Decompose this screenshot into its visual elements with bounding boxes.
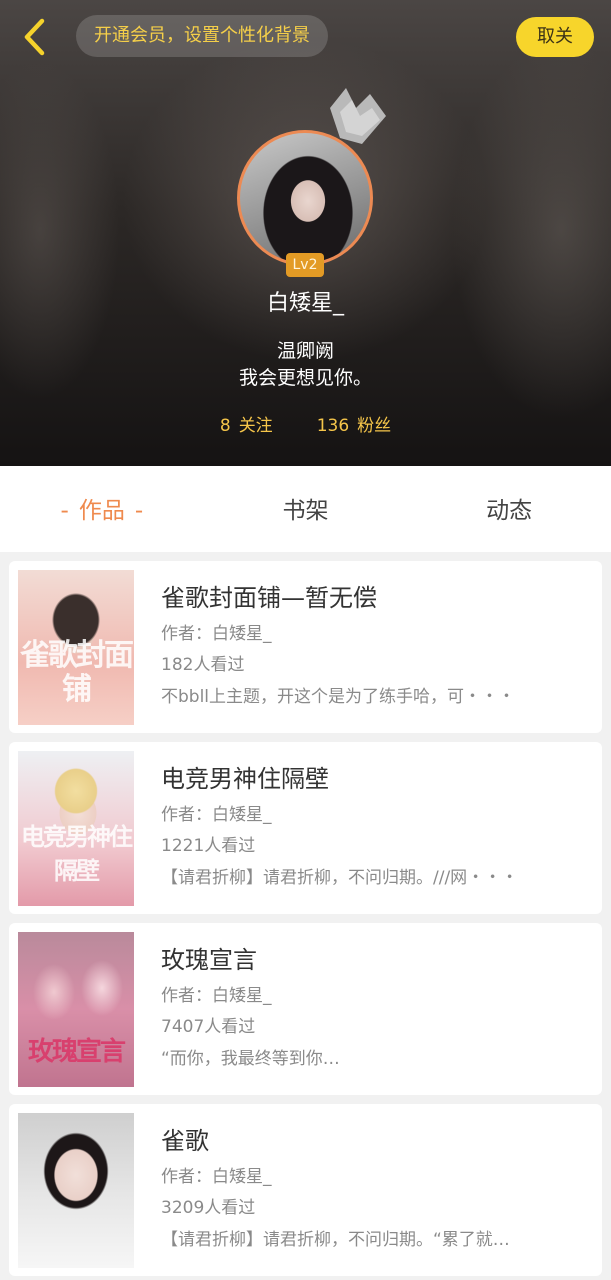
- following-label: 关注: [238, 416, 273, 436]
- profile-header: 开通会员，设置个性化背景 取关 Lv2 白矮星_ 温卿阙 我会更想见你。 8 关…: [0, 0, 611, 466]
- work-views: 7407人看过: [161, 1017, 256, 1037]
- bio-line-1: 温卿阙: [276, 340, 334, 362]
- work-description: 【请君折柳】请君折柳，不问归期。“累了就…: [161, 1230, 510, 1250]
- work-cover: 雀歌封面铺: [18, 570, 134, 725]
- work-cover: 电竞男神住隔壁: [18, 751, 134, 906]
- work-card[interactable]: 雀歌 作者：白矮星_ 3209人看过 【请君折柳】请君折柳，不问归期。“累了就…: [9, 1104, 602, 1276]
- work-description: “而你，我最终等到你…: [161, 1049, 340, 1069]
- work-description: 不bbll上主题，开这个是为了练手哈，可・・・: [161, 687, 516, 707]
- vip-background-prompt[interactable]: 开通会员，设置个性化背景: [76, 15, 328, 57]
- profile-stats: 8 关注 136 粉丝: [0, 412, 611, 440]
- fans-stat[interactable]: 136 粉丝: [317, 412, 391, 440]
- username: 白矮星_: [266, 291, 344, 316]
- work-cover-title: 电竞男神住隔壁: [21, 822, 133, 885]
- bio: 温卿阙 我会更想见你。: [0, 338, 611, 392]
- fans-label: 粉丝: [357, 416, 392, 436]
- work-card[interactable]: 玫瑰宣言 玫瑰宣言 作者：白矮星_ 7407人看过 “而你，我最终等到你…: [9, 923, 602, 1095]
- level-badge: Lv2: [286, 253, 324, 277]
- work-views: 1221人看过: [161, 836, 256, 856]
- work-title: 雀歌: [161, 1127, 209, 1155]
- tab-bookshelf[interactable]: 书架: [204, 466, 408, 552]
- work-description: 【请君折柳】请君折柳，不问归期。///网・・・: [161, 868, 519, 888]
- back-button[interactable]: [14, 14, 54, 60]
- tab-works-label: 作品: [78, 498, 125, 524]
- work-author: 作者：白矮星_: [161, 624, 272, 644]
- work-title: 雀歌封面铺—暂无偿: [161, 584, 377, 612]
- unfollow-button[interactable]: 取关: [516, 17, 594, 57]
- work-card[interactable]: 雀歌封面铺 雀歌封面铺—暂无偿 作者：白矮星_ 182人看过 不bbll上主题，…: [9, 561, 602, 733]
- work-cover-title: 雀歌封面铺: [20, 638, 134, 707]
- back-arrow-icon: [24, 18, 45, 56]
- work-title: 电竞男神住隔壁: [161, 765, 329, 793]
- work-card[interactable]: 电竞男神住隔壁 电竞男神住隔壁 作者：白矮星_ 1221人看过 【请君折柳】请君…: [9, 742, 602, 914]
- work-title: 玫瑰宣言: [161, 946, 257, 974]
- following-count: 8: [219, 416, 231, 436]
- tab-activity-label: 动态: [486, 498, 533, 524]
- tab-bookshelf-label: 书架: [282, 498, 329, 524]
- profile-tabs: - 作品 - 书架 动态: [0, 466, 611, 552]
- work-views: 3209人看过: [161, 1198, 256, 1218]
- fans-count: 136: [316, 416, 350, 436]
- active-tab-dash-right: -: [134, 498, 144, 524]
- active-tab-dash-left: -: [60, 498, 69, 524]
- work-author: 作者：白矮星_: [161, 1167, 272, 1187]
- work-cover-title: 玫瑰宣言: [27, 1037, 126, 1067]
- tab-activity[interactable]: 动态: [407, 466, 611, 552]
- work-cover: [18, 1113, 134, 1268]
- work-cover: 玫瑰宣言: [18, 932, 134, 1087]
- tab-works[interactable]: - 作品 -: [0, 466, 204, 552]
- following-stat[interactable]: 8 关注: [220, 412, 273, 440]
- avatar[interactable]: [237, 130, 373, 266]
- work-views: 182人看过: [161, 655, 245, 675]
- work-author: 作者：白矮星_: [161, 805, 272, 825]
- work-author: 作者：白矮星_: [161, 986, 272, 1006]
- bio-line-2: 我会更想见你。: [238, 367, 372, 389]
